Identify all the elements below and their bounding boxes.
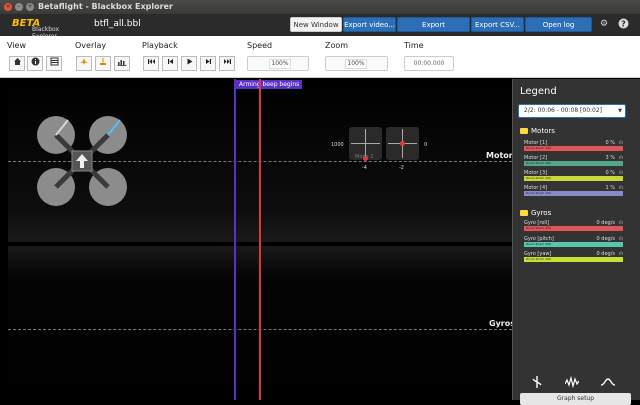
minimize-window-button[interactable]: – <box>15 3 23 11</box>
right-stick-dot <box>400 141 405 146</box>
stick-left-axis-value: 1000 <box>331 142 344 148</box>
jump-start-button[interactable] <box>143 56 159 71</box>
playback-cursor[interactable] <box>259 79 261 400</box>
log-range-select[interactable]: 2/2: 00:06 - 00:08 [00:02] ▼ <box>518 104 626 118</box>
table-view-button[interactable] <box>46 56 62 71</box>
graph-setup-button[interactable]: Graph setup <box>520 393 631 405</box>
open-log-button[interactable]: Open log file/video <box>525 17 592 44</box>
zoom-value[interactable]: 100% <box>345 59 367 69</box>
left-stick-reading: -4 <box>362 165 367 171</box>
log-range-value: 2/2: 00:06 - 00:08 [00:02] <box>524 107 603 114</box>
legend-panel: Legend 2/2: 00:06 - 00:08 [00:02] ▼ Moto… <box>512 79 640 405</box>
legend-group-motors[interactable]: Motors <box>520 127 555 135</box>
play-button[interactable] <box>181 56 197 71</box>
stick-right-axis-value: 0 <box>424 142 428 148</box>
legend-bar: Zoom Zoom 100 <box>524 226 623 231</box>
info-view-button[interactable] <box>27 56 43 71</box>
legend-item-motor-3[interactable]: Motor [3] 0 % ılı Zoom Zoom 100 <box>524 170 623 184</box>
gear-icon[interactable]: ⚙ <box>598 18 610 30</box>
toolbar: View Overlay Playback Speed 100% Zoom 10… <box>0 36 640 78</box>
app-logo: BETA Blackbox Explorer <box>12 18 78 40</box>
legend-bar: Zoom Zoom 100 <box>524 176 623 181</box>
legend-bar: Zoom Zoom 100 <box>524 146 623 151</box>
jump-end-button[interactable] <box>219 56 235 71</box>
chevron-down-icon: ▼ <box>618 108 622 114</box>
step-back-button[interactable] <box>162 56 178 71</box>
export-video-button[interactable]: Export video... <box>343 17 396 32</box>
export-csv-button[interactable]: Export CSV... <box>471 17 524 32</box>
arming-marker-line <box>234 79 236 400</box>
skip-start-icon <box>147 59 155 64</box>
app-header: BETA Blackbox Explorer btfl_all.bbl New … <box>0 14 640 44</box>
home-icon <box>13 58 21 65</box>
export-workspaces-button[interactable]: Export Workspaces... <box>397 17 470 44</box>
close-window-button[interactable]: ✕ <box>4 3 12 11</box>
view-label: View <box>7 41 26 50</box>
legend-item-motor-2[interactable]: Motor [2] 3 % ılı Zoom Zoom 100 <box>524 155 623 169</box>
legend-bar: Zoom Zoom 100 <box>524 242 623 247</box>
waveform-icon[interactable] <box>564 375 580 389</box>
home-view-button[interactable] <box>9 56 25 71</box>
time-label: Time <box>404 41 424 50</box>
smooth-curve-icon[interactable] <box>600 376 616 388</box>
speed-label: Speed <box>247 41 273 50</box>
legend-item-gyro-pitch[interactable]: Gyro [pitch] 0 deg/s ılı Zoom Zoom 100 <box>524 236 623 250</box>
zoom-label: Zoom <box>325 41 349 50</box>
zoom-graph-icon[interactable] <box>530 376 544 388</box>
new-window-button[interactable]: New Window <box>290 17 342 32</box>
craft-overlay-button[interactable] <box>76 56 92 71</box>
legend-item-gyro-yaw[interactable]: Gyro [yaw] 0 deg/s ılı Zoom Zoom 100 <box>524 251 623 265</box>
svg-text:?: ? <box>621 19 626 28</box>
step-forward-button[interactable] <box>200 56 216 71</box>
log-filename: btfl_all.bbl <box>94 19 141 29</box>
legend-bar: Zoom Zoom 100 <box>524 191 623 196</box>
analyser-overlay-button[interactable] <box>114 56 130 71</box>
speed-slider[interactable]: 100% <box>247 56 309 71</box>
legend-title: Legend <box>520 86 557 97</box>
arming-event-label: Arming beep begins <box>236 80 303 89</box>
legend-item-gyro-roll[interactable]: Gyro [roll] 0 deg/s ılı Zoom Zoom 100 <box>524 220 623 234</box>
window-title: Betaflight - Blackbox Explorer <box>38 2 173 11</box>
list-icon <box>50 57 58 66</box>
right-stick-display <box>386 127 419 160</box>
motors-graph-label: Motors <box>486 151 512 160</box>
graph-canvas[interactable]: Motors Gyros 1000 0 Mode 2 -4 -2 Arming … <box>8 79 512 400</box>
legend-bar: Zoom Zoom 100 <box>524 161 623 166</box>
step-forward-icon <box>205 59 211 64</box>
time-input[interactable]: 00:00.000 <box>404 56 454 71</box>
step-back-icon <box>167 59 173 64</box>
info-icon <box>31 57 39 66</box>
craft-icon <box>80 58 88 65</box>
play-icon <box>187 58 192 65</box>
legend-item-motor-1[interactable]: Motor [1] 0 % ılı Zoom Zoom 100 <box>524 140 623 154</box>
legend-bar: Zoom Zoom 100 <box>524 257 623 262</box>
maximize-window-button[interactable]: + <box>26 3 34 11</box>
zoom-slider[interactable]: 100% <box>325 56 388 71</box>
window-titlebar: ✕ – + Betaflight - Blackbox Explorer <box>0 0 640 14</box>
folder-icon <box>520 128 528 134</box>
playback-label: Playback <box>142 41 178 50</box>
legend-group-gyros[interactable]: Gyros <box>520 209 551 217</box>
spectrum-icon <box>117 60 127 66</box>
overlay-label: Overlay <box>75 41 107 50</box>
stick-mode-label: Mode 2 <box>355 154 374 160</box>
skip-end-icon <box>223 59 231 64</box>
stick-icon <box>100 58 106 65</box>
sticks-overlay-button[interactable] <box>95 56 111 71</box>
folder-icon <box>520 210 528 216</box>
gyros-graph-label: Gyros <box>489 319 512 328</box>
right-stick-reading: -2 <box>399 165 404 171</box>
quad-craft-icon <box>37 116 127 206</box>
help-icon[interactable]: ? <box>617 18 629 30</box>
legend-item-motor-4[interactable]: Motor [4] 1 % ılı Zoom Zoom 100 <box>524 185 623 199</box>
speed-value[interactable]: 100% <box>269 59 291 69</box>
